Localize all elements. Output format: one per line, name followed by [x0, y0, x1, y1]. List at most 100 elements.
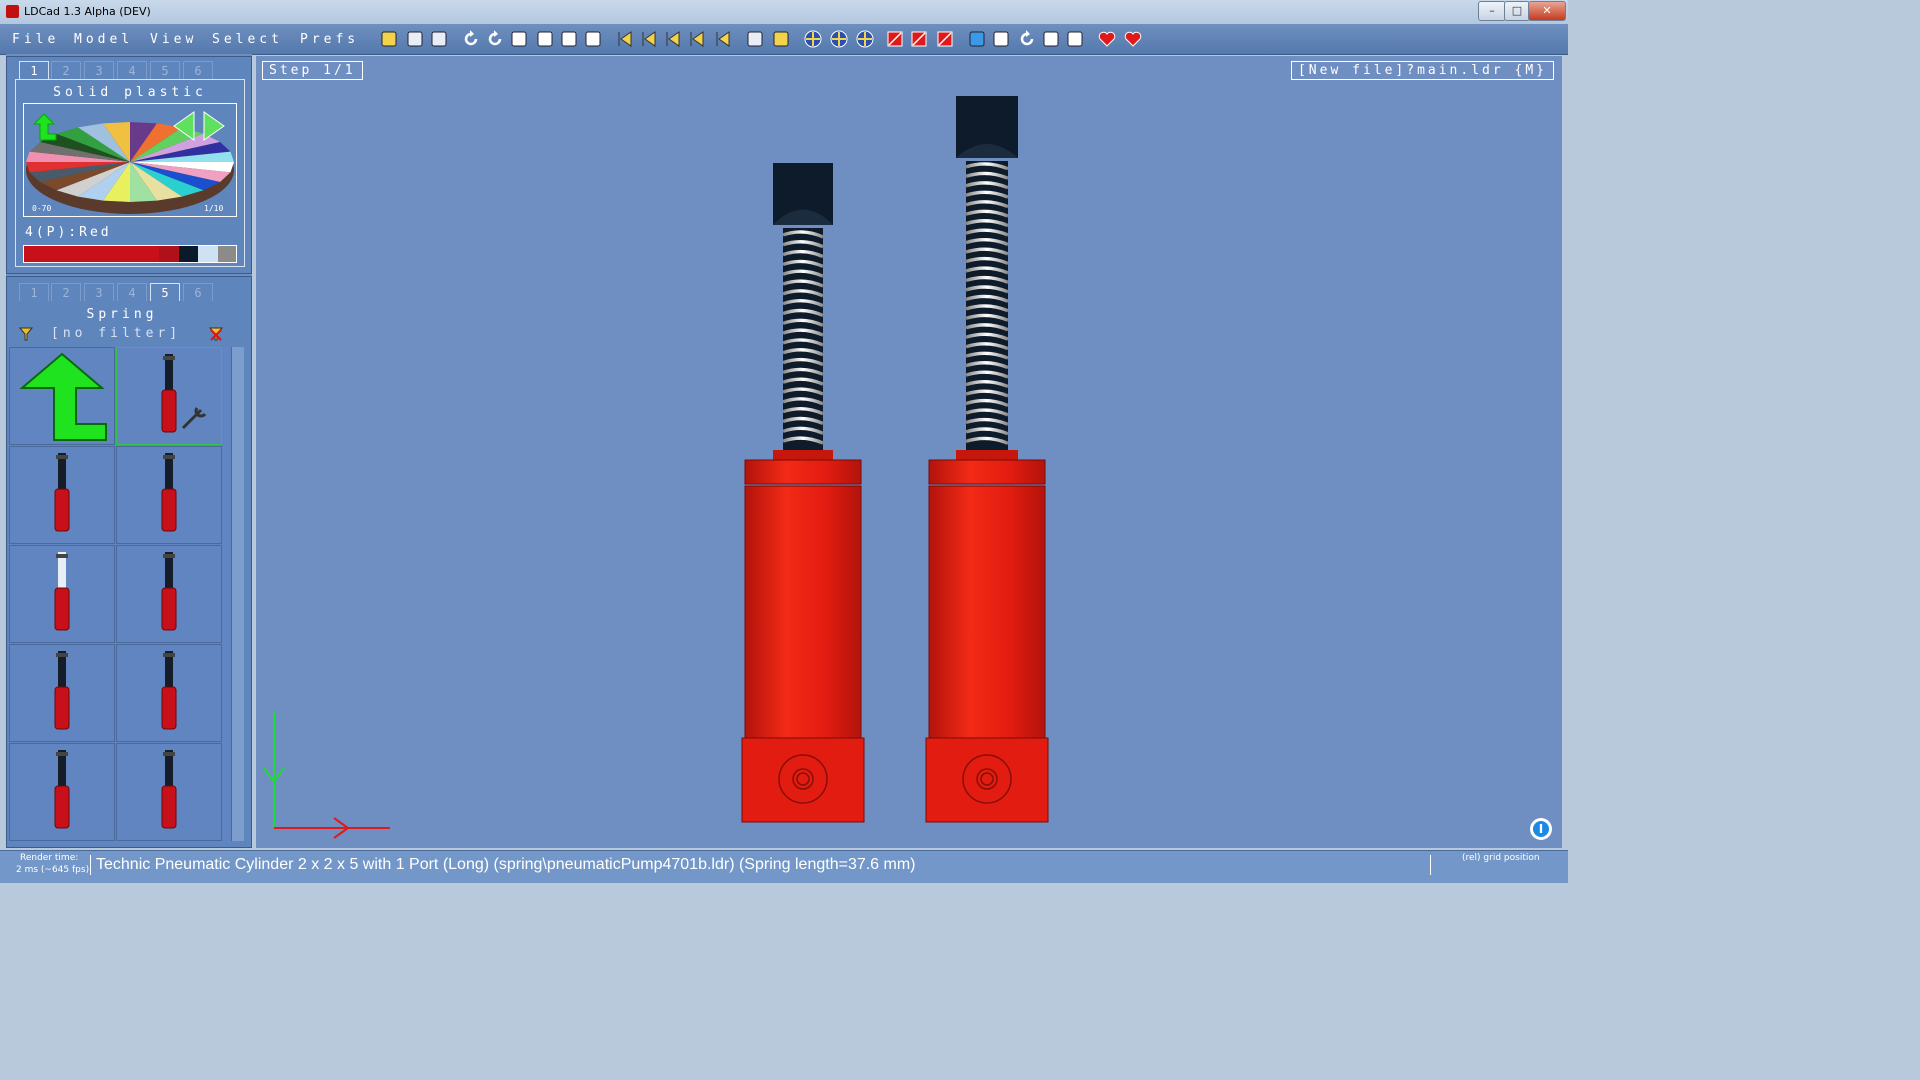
last-step-icon[interactable]	[686, 28, 708, 50]
color-tab-6[interactable]: 6	[183, 61, 213, 79]
app-icon	[6, 5, 19, 18]
menu-view[interactable]: View	[150, 32, 197, 47]
translate-icon[interactable]	[1040, 28, 1062, 50]
shock-absorber-icon	[54, 750, 70, 829]
parts-tab-1[interactable]: 1	[19, 283, 49, 301]
next-page-icon	[203, 111, 225, 141]
snap-icon[interactable]	[1064, 28, 1086, 50]
axis-gizmo	[263, 712, 390, 839]
shock-absorber-icon	[161, 453, 177, 532]
part-shock-absorber-3[interactable]	[116, 545, 222, 643]
color-tab-4[interactable]: 4	[117, 61, 147, 79]
parts-tab-3[interactable]: 3	[84, 283, 114, 301]
menu-toolbar: File Model View Select Prefs	[0, 24, 1568, 55]
color-swatch[interactable]	[178, 246, 199, 262]
window-title: LDCad 1.3 Alpha (DEV)	[24, 5, 151, 18]
parts-grid	[9, 347, 239, 845]
left-panel: 1 2 3 4 5 6 Solid plastic 0-70 1/10 4(P)…	[6, 54, 252, 848]
parts-tab-5[interactable]: 5	[150, 283, 180, 301]
status-separator	[90, 855, 91, 875]
parts-tab-4[interactable]: 4	[117, 283, 147, 301]
color-group-title: Solid plastic	[53, 85, 207, 100]
unhide-icon[interactable]	[908, 28, 930, 50]
info-icon[interactable]: I	[1530, 818, 1552, 840]
move-icon[interactable]	[990, 28, 1012, 50]
paste-special-icon[interactable]	[582, 28, 604, 50]
cut-icon[interactable]	[534, 28, 556, 50]
recent-colors-bar[interactable]	[23, 245, 237, 263]
color-tab-5[interactable]: 5	[150, 61, 180, 79]
parts-panel: 1 2 3 4 5 6 Spring [no filter]	[6, 276, 252, 848]
submodel-icon[interactable]	[744, 28, 766, 50]
color-page-label: 1/10	[204, 204, 224, 213]
rotate-icon[interactable]	[1016, 28, 1038, 50]
color-tab-3[interactable]: 3	[84, 61, 114, 79]
shock-absorber-icon	[54, 453, 70, 532]
next-step-icon[interactable]	[662, 28, 684, 50]
favorite-icon[interactable]	[1096, 28, 1118, 50]
parts-tab-2[interactable]: 2	[51, 283, 81, 301]
color-swatch[interactable]	[158, 246, 179, 262]
color-wheel-graphic	[26, 111, 234, 214]
parts-scrollbar[interactable]	[231, 347, 244, 841]
color-tab-1[interactable]: 1	[19, 61, 49, 79]
filter-icon	[19, 327, 33, 341]
render-time-label: Render time:	[20, 853, 79, 863]
favorite-remove-icon[interactable]	[1122, 28, 1144, 50]
prev-step-icon[interactable]	[638, 28, 660, 50]
open-file-icon[interactable]	[378, 28, 400, 50]
status-separator	[1430, 855, 1431, 875]
clear-filter-icon	[209, 327, 223, 341]
rotate-pos-icon[interactable]	[802, 28, 824, 50]
part-shock-absorber-1[interactable]	[9, 446, 115, 544]
part-shock-absorber-7[interactable]	[116, 743, 222, 841]
color-swatch[interactable]	[218, 246, 236, 262]
menu-model[interactable]: Model	[74, 32, 133, 47]
color-swatch[interactable]	[198, 246, 219, 262]
hide-icon[interactable]	[884, 28, 906, 50]
first-step-icon[interactable]	[614, 28, 636, 50]
color-tab-2[interactable]: 2	[51, 61, 81, 79]
up-arrow-icon	[19, 352, 107, 441]
filter-bar[interactable]: [no filter]	[15, 325, 229, 343]
part-info-text: Technic Pneumatic Cylinder 2 x 2 x 5 wit…	[96, 856, 916, 873]
move-pos-icon[interactable]	[828, 28, 850, 50]
redo-icon[interactable]	[484, 28, 506, 50]
delete-icon[interactable]	[934, 28, 956, 50]
color-range-label: 0-70	[32, 204, 52, 213]
center-pos-icon[interactable]	[854, 28, 876, 50]
color-swatch[interactable]	[24, 246, 159, 262]
shock-absorber-icon	[161, 651, 177, 730]
menu-select[interactable]: Select	[212, 32, 283, 47]
new-submodel-icon[interactable]	[770, 28, 792, 50]
part-up-folder[interactable]	[9, 347, 115, 445]
shock-absorber-icon	[161, 750, 177, 829]
close-button[interactable]: ✕	[1528, 1, 1566, 21]
minimize-button[interactable]: –	[1478, 1, 1506, 21]
maximize-button[interactable]: □	[1504, 1, 1530, 21]
title-bar: LDCad 1.3 Alpha (DEV) – □ ✕	[0, 0, 1568, 24]
paste-icon[interactable]	[558, 28, 580, 50]
parts-tab-6[interactable]: 6	[183, 283, 213, 301]
part-shock-absorber-5[interactable]	[116, 644, 222, 742]
menu-file[interactable]: File	[12, 32, 59, 47]
up-arrow-icon	[32, 113, 57, 141]
shock-absorber-icon	[54, 552, 70, 631]
add-step-icon[interactable]	[712, 28, 734, 50]
part-shock-absorber-6[interactable]	[9, 743, 115, 841]
menu-prefs[interactable]: Prefs	[300, 32, 359, 47]
undo-icon[interactable]	[460, 28, 482, 50]
render-time-value: 2 ms (~645 fps)	[16, 865, 90, 875]
part-spring-custom[interactable]	[116, 347, 222, 445]
part-shock-absorber-2[interactable]	[116, 446, 222, 544]
save-all-icon[interactable]	[428, 28, 450, 50]
model-scene	[263, 96, 1049, 839]
part-shock-absorber-transparent[interactable]	[9, 545, 115, 643]
copy-icon[interactable]	[508, 28, 530, 50]
part-shock-absorber-4[interactable]	[9, 644, 115, 742]
3d-viewport[interactable]: Step 1/1 [New file]?main.ldr {M} I	[256, 56, 1562, 848]
save-icon[interactable]	[404, 28, 426, 50]
grid-icon[interactable]	[966, 28, 988, 50]
color-wheel[interactable]: 0-70 1/10	[23, 103, 237, 217]
shock-absorber-icon	[161, 552, 177, 631]
